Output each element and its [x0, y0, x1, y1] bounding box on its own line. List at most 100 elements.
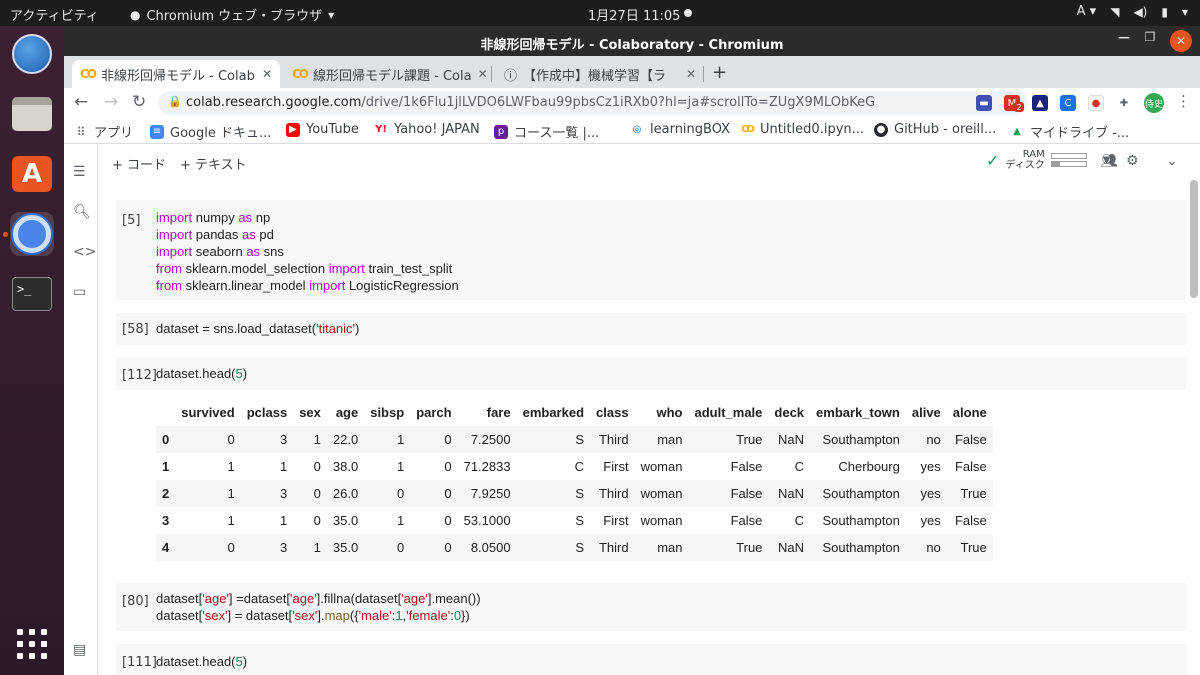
- clock[interactable]: 1月27日 11:05: [588, 5, 680, 24]
- code-cell-imports[interactable]: [5] import numpy as np import pandas as …: [116, 200, 1186, 300]
- cell-code[interactable]: dataset['age'] =dataset['age'].fillna(da…: [156, 590, 481, 624]
- bookmark-yahoo[interactable]: Y! Yahoo! JAPAN: [374, 122, 480, 137]
- terminal-icon[interactable]: ▤: [73, 642, 86, 658]
- table-cell: 71.2833: [463, 459, 511, 474]
- graduation-extension-icon[interactable]: ▲: [1032, 95, 1048, 111]
- dataframe-header: survived pclass sex age sibsp parch fare embark…: [156, 399, 993, 426]
- resources-indicator[interactable]: ✓ RAM ディスク ▼: [986, 149, 1110, 171]
- extensions-puzzle-icon[interactable]: ✚: [1116, 95, 1132, 111]
- bookmark-course-list[interactable]: p コース一覧 |...: [494, 122, 599, 141]
- tab-nonlinear-regression[interactable]: CO 非線形回帰モデル - Colab ✕: [72, 60, 280, 88]
- table-cell: yes: [920, 486, 941, 501]
- table-cell: C: [574, 459, 585, 474]
- table-of-contents-icon[interactable]: ☰: [73, 164, 86, 180]
- extension-badge: 2: [1014, 102, 1024, 112]
- table-cell: 35.0: [332, 540, 359, 555]
- cell-execution-count: [111]: [122, 655, 157, 670]
- bookmark-untitled-ipynb[interactable]: CO Untitled0.ipyn...: [740, 122, 864, 137]
- gnome-top-bar: アクティビティ ● Chromium ウェブ・ブラウザ ▾ 1月27日 11:0…: [0, 0, 1200, 26]
- colab-icon: CO: [80, 67, 97, 81]
- bookmark-my-drive[interactable]: ▲ マイドライブ -...: [1010, 122, 1129, 141]
- table-row: 2 1 3 0 26.0 0 0 7.9250 S Third woman False NaN South…: [156, 480, 993, 507]
- url-host: colab.research.google.com: [186, 95, 362, 110]
- table-cell: False: [954, 459, 987, 474]
- minimize-button[interactable]: —: [1114, 30, 1134, 44]
- close-tab-icon[interactable]: ✕: [478, 67, 488, 81]
- table-cell: S: [575, 432, 585, 447]
- new-tab-button[interactable]: +: [712, 62, 727, 83]
- table-cell: 53.1000: [463, 513, 511, 528]
- colab-notebook: ☰ 🔍︎ <> ▭ ▤ + コード + テキスト ✓ RAM ディスク ▼ 👥︎…: [64, 144, 1200, 675]
- bookmark-google-docs[interactable]: ≡ Google ドキュ...: [150, 122, 271, 141]
- record-extension-icon[interactable]: ●: [1088, 95, 1104, 111]
- code-cell-preprocess[interactable]: [80] dataset['age'] =dataset['age'].fill…: [116, 583, 1186, 631]
- dock-files[interactable]: [10, 92, 54, 136]
- browser-menu-icon[interactable]: ⋮: [1176, 92, 1191, 110]
- address-bar[interactable]: 🔒 colab.research.google.com/drive/1k6Flu…: [158, 91, 1028, 115]
- forward-icon[interactable]: →: [104, 92, 118, 112]
- notebook-scrollbar[interactable]: [1190, 180, 1198, 298]
- back-icon[interactable]: ←: [74, 92, 88, 112]
- input-method-indicator[interactable]: A ▾: [1077, 4, 1097, 19]
- search-icon[interactable]: 🔍︎: [73, 204, 91, 220]
- code-cell-head-2[interactable]: [111] dataset.head(5): [116, 644, 1186, 675]
- ubuntu-dock: A >_: [0, 26, 64, 675]
- cell-code[interactable]: import numpy as np import pandas as pd i…: [156, 209, 459, 294]
- bookmark-github[interactable]: ● GitHub - oreill...: [874, 122, 996, 137]
- close-tab-icon[interactable]: ✕: [262, 67, 272, 81]
- cell-code[interactable]: dataset.head(5): [156, 653, 247, 670]
- thunderbird-icon: [12, 34, 52, 74]
- dock-software[interactable]: A: [10, 152, 54, 196]
- code-cell-head[interactable]: [112] dataset.head(5): [116, 358, 1186, 390]
- reload-icon[interactable]: ↻: [132, 92, 146, 112]
- code-line: from sklearn.linear_model import Logisti…: [156, 278, 459, 293]
- dataframe-output: survived pclass sex age sibsp parch fare embark…: [156, 399, 993, 561]
- table-cell: False: [954, 432, 987, 447]
- c-extension-icon[interactable]: C: [1060, 95, 1076, 111]
- bookmark-label: learningBOX: [650, 122, 731, 137]
- table-cell: yes: [920, 459, 941, 474]
- table-cell: 0: [227, 432, 235, 447]
- close-button[interactable]: ✕: [1170, 30, 1192, 52]
- collapse-chevron-icon[interactable]: ⌄: [1166, 153, 1178, 169]
- bookmark-label: コース一覧 |...: [514, 126, 600, 141]
- cell-execution-count: [58]: [122, 322, 149, 337]
- dock-thunderbird[interactable]: [10, 32, 54, 76]
- tab-linear-regression[interactable]: CO 線形回帰モデル課題 - Cola ✕: [284, 60, 492, 88]
- system-menu-chevron-icon: ▾: [1181, 4, 1188, 19]
- dock-chromium[interactable]: [10, 212, 54, 256]
- system-tray[interactable]: A ▾ ◥ ◀) ▮ ▾: [1077, 4, 1188, 19]
- bookmark-apps[interactable]: ⠿ アプリ: [74, 122, 133, 141]
- table-cell: True: [736, 540, 763, 555]
- github-icon: ●: [874, 122, 888, 137]
- bookmark-label: Yahoo! JAPAN: [394, 122, 480, 137]
- activities-button[interactable]: アクティビティ: [10, 5, 99, 24]
- cell-code[interactable]: dataset.head(5): [156, 365, 247, 382]
- settings-gear-icon[interactable]: ⚙: [1126, 153, 1139, 169]
- add-text-button[interactable]: + テキスト: [180, 154, 247, 173]
- table-cell: True: [960, 540, 987, 555]
- window-titlebar[interactable]: 非線形回帰モデル - Colaboratory - Chromium — ❐ ✕: [64, 26, 1200, 56]
- tab-ml-draft[interactable]: ⓘ 【作成中】機械学習【ラ ✕: [496, 60, 704, 88]
- app-menu[interactable]: ● Chromium ウェブ・ブラウザ ▾: [130, 5, 334, 25]
- table-cell: 0: [444, 459, 452, 474]
- bookmark-label: アプリ: [94, 126, 134, 141]
- files-icon[interactable]: ▭: [73, 284, 86, 300]
- table-cell: 0: [444, 432, 452, 447]
- app-menu-label: Chromium ウェブ・ブラウザ: [146, 9, 323, 24]
- apps-grid-icon: ⠿: [74, 124, 88, 139]
- bookmark-learningbox[interactable]: ◎ learningBOX: [630, 122, 730, 137]
- dock-terminal[interactable]: >_: [10, 272, 54, 316]
- table-cell: 26.0: [332, 486, 359, 501]
- maximize-button[interactable]: ❐: [1140, 30, 1160, 44]
- add-code-button[interactable]: + コード: [112, 154, 166, 173]
- cell-code[interactable]: dataset = sns.load_dataset('titanic'): [156, 320, 359, 337]
- close-tab-icon[interactable]: ✕: [686, 67, 696, 81]
- show-applications-button[interactable]: [10, 622, 54, 666]
- share-users-icon[interactable]: 👥︎: [1100, 153, 1118, 169]
- bookmark-youtube[interactable]: ▶ YouTube: [286, 122, 359, 137]
- code-snippets-icon[interactable]: <>: [73, 244, 96, 260]
- profile-avatar[interactable]: 侍史: [1144, 93, 1164, 113]
- code-cell-load-dataset[interactable]: [58] dataset = sns.load_dataset('titanic…: [116, 313, 1186, 345]
- extension-icon[interactable]: ▬: [976, 95, 992, 111]
